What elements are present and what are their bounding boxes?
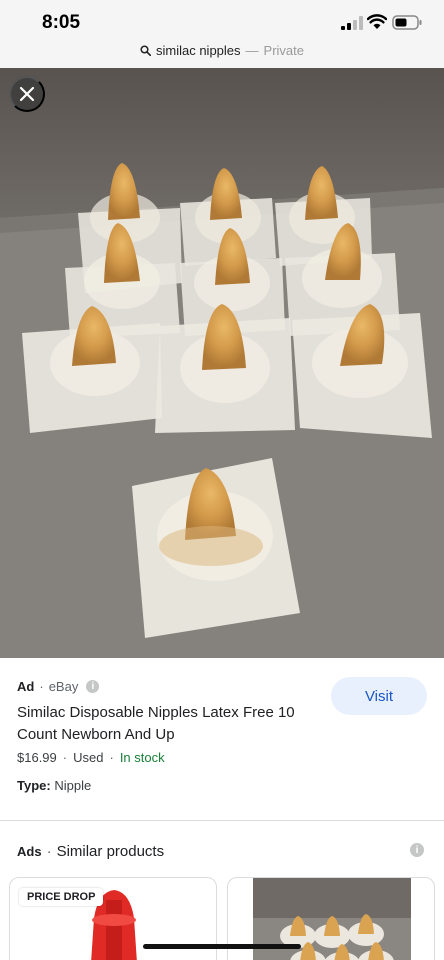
battery-icon xyxy=(392,15,422,30)
cellular-signal-icon xyxy=(341,16,363,30)
info-icon[interactable]: i xyxy=(86,680,100,693)
nipple-packet xyxy=(132,458,300,638)
condition: Used xyxy=(73,750,104,765)
similar-products-title: Similar products xyxy=(56,843,165,860)
search-icon xyxy=(140,45,151,56)
separator-dot: · xyxy=(46,843,52,860)
ad-attribution: Ad · eBay i xyxy=(17,679,100,694)
separator-dot: · xyxy=(62,750,68,765)
product-image[interactable] xyxy=(0,68,444,658)
ad-info-panel: Ad · eBay i Visit Similac Disposable Nip… xyxy=(0,658,444,818)
separator-dot: · xyxy=(39,679,44,694)
status-time: 8:05 xyxy=(42,12,81,33)
divider xyxy=(0,820,444,821)
price-line: $16.99 · Used · In stock xyxy=(17,750,165,765)
product-title[interactable]: Similac Disposable Nipples Latex Free 10… xyxy=(17,702,317,746)
visit-button[interactable]: Visit xyxy=(331,677,427,715)
similar-products-header: Ads · Similar products xyxy=(17,843,164,860)
url-query: similac nipples xyxy=(155,43,241,58)
wifi-icon xyxy=(367,14,387,29)
ad-label: Ad xyxy=(17,679,35,694)
status-bar: 8:05 xyxy=(0,0,444,42)
info-icon[interactable]: i xyxy=(410,843,424,857)
home-indicator[interactable] xyxy=(143,944,301,949)
nipple-packet xyxy=(292,304,432,438)
type-value: Nipple xyxy=(54,778,92,793)
type-label: Type: xyxy=(17,778,51,793)
price: $16.99 xyxy=(17,750,57,765)
url-bar[interactable]: similac nipples — Private xyxy=(0,42,444,68)
ads-label: Ads xyxy=(17,844,42,859)
product-photo-illustration xyxy=(0,68,444,658)
private-mode-label: Private xyxy=(263,43,304,58)
close-icon xyxy=(19,86,35,102)
product-type: Type: Nipple xyxy=(17,778,91,793)
close-button[interactable] xyxy=(9,76,45,112)
availability: In stock xyxy=(119,750,165,765)
price-drop-badge: PRICE DROP xyxy=(19,888,104,906)
seller-name[interactable]: eBay xyxy=(49,679,79,694)
separator-dot: · xyxy=(109,750,114,765)
url-separator: — xyxy=(245,43,259,58)
